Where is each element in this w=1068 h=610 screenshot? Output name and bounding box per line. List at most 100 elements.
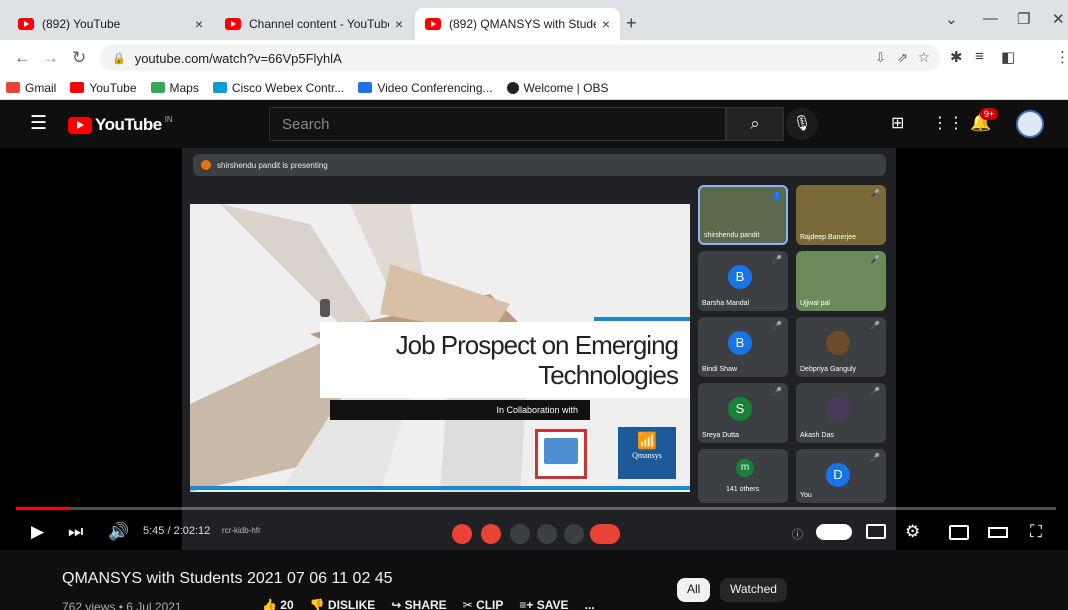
slide-title-line1: Job Prospect on Emerging	[395, 330, 679, 360]
participant-tile-debpriya: 🎤 Debpriya Ganguly	[796, 317, 886, 377]
video-player[interactable]: shirshendu pandit is presenting Job Pros…	[0, 148, 1068, 550]
back-icon[interactable]: ←	[14, 48, 31, 68]
participant-name: shirshendu pandit	[704, 232, 760, 239]
mic-muted-icon: 🎤	[870, 387, 880, 396]
participant-avatar: D	[826, 463, 850, 487]
fullscreen-icon[interactable]: ⛶	[1030, 522, 1042, 542]
mic-muted-icon: 🎤	[870, 255, 880, 264]
close-tab-icon[interactable]: ×	[195, 16, 203, 32]
browser-menu-icon[interactable]: ⋮	[1055, 48, 1068, 66]
youtube-logo[interactable]: YouTube IN	[68, 115, 173, 135]
chip-all[interactable]: All	[677, 578, 711, 602]
volume-icon[interactable]: 🔊	[108, 522, 129, 542]
search-input[interactable]: Search	[269, 107, 726, 141]
tab-youtube-studio[interactable]: Channel content - YouTube Studio ×	[215, 8, 413, 40]
tab-label: (892) QMANSYS with Students 2021	[449, 17, 596, 31]
extensions-icon[interactable]: ✱	[950, 48, 963, 66]
presenting-text: shirshendu pandit is presenting	[217, 160, 328, 170]
participant-tile-bindi: 🎤 B Bindi Shaw	[698, 317, 788, 377]
time-display: 5:45 / 2:02:12	[143, 525, 211, 537]
tab-search-icon[interactable]: ⌄	[945, 10, 958, 28]
autoplay-toggle[interactable]	[816, 524, 852, 540]
scissors-icon: ✂	[462, 598, 477, 610]
youtube-play-logo-icon	[68, 116, 92, 134]
bookmark-star-icon[interactable]: ☆	[917, 49, 930, 66]
tab-youtube-home[interactable]: (892) YouTube ×	[8, 8, 213, 40]
slide-title-line2: Technologies	[538, 360, 679, 390]
speaking-icon: ⫶	[774, 191, 780, 201]
like-count: 20	[280, 598, 294, 610]
reading-list-icon[interactable]: ≡	[975, 48, 984, 65]
side-panel-icon[interactable]: ◧	[1001, 48, 1015, 66]
browser-tab-strip: (892) YouTube × Channel content - YouTub…	[0, 0, 1068, 40]
tab-active-video[interactable]: (892) QMANSYS with Students 2021 ×	[415, 8, 620, 40]
save-label: SAVE	[536, 598, 569, 610]
address-bar[interactable]: 🔒 youtube.com/watch?v=66Vp5FlyhlA ⇩ ⇗ ☆	[100, 45, 940, 71]
youtube-favicon-icon	[18, 18, 34, 30]
close-tab-icon[interactable]: ×	[602, 16, 610, 32]
share-label: SHARE	[404, 598, 447, 610]
share-button[interactable]: ↪ SHARE	[391, 598, 446, 610]
bookmark-obs[interactable]: Welcome | OBS	[506, 81, 608, 95]
participant-name: Akash Das	[800, 432, 834, 439]
restore-icon[interactable]: ❐	[1017, 10, 1030, 28]
miniplayer-icon[interactable]	[949, 525, 969, 540]
mic-muted-icon: 🎤	[772, 255, 782, 264]
chip-watched[interactable]: Watched	[720, 578, 787, 602]
participant-name: Ujjwal pal	[800, 300, 830, 307]
bookmark-maps[interactable]: Maps	[150, 80, 199, 95]
account-avatar[interactable]	[1016, 110, 1044, 138]
new-tab-button[interactable]: +	[626, 13, 637, 34]
subtitles-icon[interactable]	[866, 524, 886, 539]
install-app-icon[interactable]: ⇩	[875, 50, 886, 66]
participant-name: Sreya Dutta	[702, 432, 739, 439]
participant-avatar: m	[736, 459, 754, 477]
save-to-playlist-icon: ≡+	[519, 598, 537, 610]
gmail-icon	[6, 82, 20, 93]
video-conf-icon	[358, 82, 373, 93]
close-tab-icon[interactable]: ×	[395, 16, 403, 32]
close-window-icon[interactable]: ✕	[1052, 10, 1065, 28]
presenter-dot-icon	[201, 160, 211, 170]
bookmark-video-conf[interactable]: Video Conferencing...	[358, 81, 493, 95]
info-icon[interactable]: ⓘ	[792, 526, 803, 542]
search-icon[interactable]: ⌕	[726, 107, 784, 141]
minimize-icon[interactable]: —	[983, 10, 998, 27]
video-details: QMANSYS with Students 2021 07 06 11 02 4…	[0, 550, 1068, 610]
mic-muted-icon: 🎤	[772, 321, 782, 330]
apps-grid-icon[interactable]: ⋮⋮	[932, 113, 964, 133]
presenting-banner: shirshendu pandit is presenting	[193, 154, 886, 176]
bookmark-gmail[interactable]: Gmail	[6, 81, 56, 95]
share-page-icon[interactable]: ⇗	[897, 50, 908, 66]
youtube-header: ☰ YouTube IN Search ⌕ 🎙 ⊞ ⋮⋮ 🔔 9+	[0, 100, 1068, 148]
presentation-slide: Job Prospect on Emerging Technologies In…	[190, 204, 690, 492]
dislike-button[interactable]: 👎 DISLIKE	[310, 598, 376, 610]
save-button[interactable]: ≡+ SAVE	[519, 598, 568, 610]
microphone-icon[interactable]: 🎙	[786, 108, 818, 140]
more-actions-button[interactable]: ...	[585, 598, 595, 610]
forward-icon[interactable]: →	[42, 48, 59, 68]
like-button[interactable]: 👍 20	[262, 598, 294, 610]
video-progress-bar[interactable]	[16, 507, 1056, 510]
hamburger-menu-icon[interactable]: ☰	[30, 112, 47, 135]
create-video-icon[interactable]: ⊞	[891, 113, 904, 133]
participant-name: Bindi Shaw	[702, 366, 738, 373]
next-video-icon[interactable]: ⏭	[68, 522, 83, 542]
play-icon[interactable]: ▶	[31, 522, 44, 542]
bookmark-youtube[interactable]: YouTube	[70, 81, 137, 95]
bookmark-webex[interactable]: Cisco Webex Contr...	[212, 81, 344, 95]
reload-icon[interactable]: ↻	[72, 48, 86, 68]
thumbs-down-icon: 👎	[309, 598, 328, 610]
participant-tile-others: m 141 others	[698, 449, 788, 503]
theater-mode-icon[interactable]	[988, 527, 1008, 538]
mic-muted-icon: 🎤	[870, 321, 880, 330]
participant-name: Rajdeep Banerjee	[800, 234, 857, 241]
clip-button[interactable]: ✂ CLIP	[463, 598, 504, 610]
bookmark-label: Maps	[169, 80, 199, 95]
participant-tile-shirshendu: ⫶ shirshendu pandit	[698, 185, 788, 245]
settings-gear-icon[interactable]: ⚙	[905, 522, 920, 542]
participant-name: You	[800, 492, 812, 499]
mic-muted-icon: 🎤	[772, 387, 782, 396]
video-title: QMANSYS with Students 2021 07 06 11 02 4…	[62, 570, 393, 587]
address-toolbar: ← → ↻ 🔒 youtube.com/watch?v=66Vp5FlyhlA …	[0, 40, 1068, 107]
